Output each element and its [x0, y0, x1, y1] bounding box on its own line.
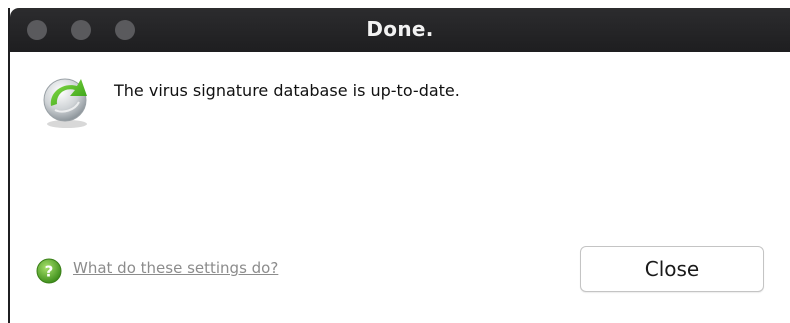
help-icon[interactable]: ?	[36, 258, 62, 284]
window-title: Done.	[366, 17, 434, 41]
close-button[interactable]: Close	[580, 246, 764, 292]
update-complete-icon	[43, 78, 87, 128]
status-message: The virus signature database is up-to-da…	[114, 81, 460, 100]
dialog-content: The virus signature database is up-to-da…	[10, 52, 790, 323]
help-link[interactable]: What do these settings do?	[73, 259, 278, 277]
dialog-window: Done. The virus signature database is up…	[8, 8, 790, 323]
title-bar[interactable]: Done.	[10, 8, 790, 52]
svg-text:?: ?	[45, 263, 54, 281]
